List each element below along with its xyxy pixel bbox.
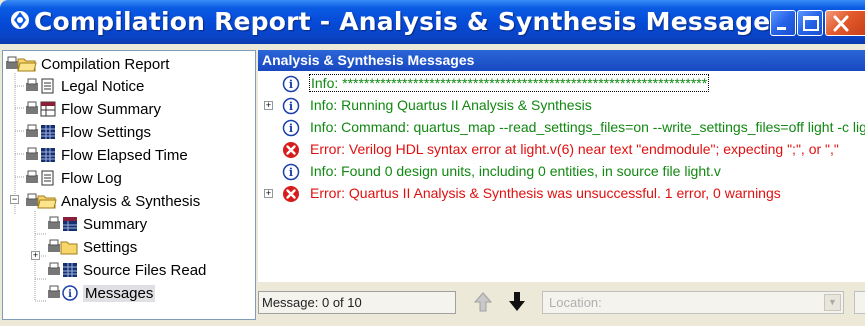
error-icon [283, 142, 299, 158]
printer-info-icon: i [48, 285, 78, 301]
arrow-up-icon [473, 292, 493, 312]
tree-item-label: Flow Elapsed Time [61, 146, 188, 164]
printer-table-summary-icon [26, 101, 56, 117]
location-action-button[interactable] [854, 291, 865, 314]
printer-table-icon [26, 147, 55, 162]
error-icon [283, 186, 299, 202]
printer-document-icon [26, 78, 54, 94]
next-message-button[interactable] [503, 288, 531, 316]
maximize-icon [803, 16, 819, 31]
message-text: Info: Running Quartus II Analysis & Synt… [310, 97, 592, 113]
previous-message-button[interactable] [469, 288, 497, 316]
tree-item-label: Flow Log [61, 169, 122, 187]
printer-folder-icon [26, 193, 57, 209]
tree-item-label: Settings [83, 238, 138, 256]
svg-text:i: i [68, 289, 72, 300]
tree-item-messages[interactable]: i Messages [47, 282, 156, 304]
tree-item-summary[interactable]: Summary [47, 213, 147, 235]
tree-item-legal-notice[interactable]: Legal Notice [25, 75, 144, 97]
svg-text:i: i [289, 100, 293, 113]
svg-text:i: i [289, 122, 293, 135]
printer-table-icon [26, 124, 55, 139]
close-icon [833, 15, 849, 32]
message-row[interactable]: i Info: Command: quartus_map --read_sett… [258, 117, 865, 139]
printer-table-summary-icon [48, 216, 77, 231]
info-icon: i [282, 163, 300, 181]
tree-item-compilation-report[interactable]: Compilation Report [5, 53, 169, 75]
message-row[interactable]: i Info: ********************************… [258, 73, 865, 95]
message-row[interactable]: + Error: Quartus II Analysis & Synthesis… [258, 183, 865, 205]
printer-document-icon [26, 170, 54, 186]
tree-item-label: Summary [83, 215, 148, 233]
svg-text:i: i [289, 166, 293, 179]
collapse-toggle-analysis[interactable]: − [10, 195, 19, 204]
tree-item-flow-summary[interactable]: Flow Summary [25, 98, 161, 120]
tree-item-label: Source Files Read [83, 261, 207, 279]
info-icon: i [282, 119, 300, 137]
tree-item-label: Flow Settings [61, 123, 152, 141]
tree-item-label: Analysis & Synthesis [61, 192, 201, 210]
expand-toggle-settings[interactable]: + [31, 251, 40, 260]
tree-item-flow-settings[interactable]: Flow Settings [25, 121, 151, 143]
tree-item-flow-elapsed-time[interactable]: Flow Elapsed Time [25, 144, 188, 166]
message-text: Info: Found 0 design units, including 0 … [310, 163, 721, 179]
printer-folder-icon [6, 56, 37, 72]
svg-text:i: i [289, 78, 293, 91]
messages-list[interactable]: i Info: ********************************… [258, 71, 865, 282]
message-row[interactable]: Error: Verilog HDL syntax error at light… [258, 139, 865, 161]
printer-folder-icon [48, 239, 78, 255]
app-icon[interactable] [9, 9, 31, 31]
expand-toggle[interactable]: + [264, 101, 273, 110]
message-navigation-bar: Message: 0 of 10 Location: ▼ [258, 282, 865, 320]
location-placeholder: Location: [549, 295, 602, 310]
message-row[interactable]: + i Info: Running Quartus II Analysis & … [258, 95, 865, 117]
minimize-button[interactable] [770, 10, 796, 36]
title-bar[interactable]: Compilation Report - Analysis & Synthesi… [0, 0, 865, 44]
tree-item-label: Messages [83, 284, 156, 302]
report-tree[interactable]: Compilation Report Legal Notice Flow Sum… [2, 50, 256, 320]
info-icon: i [282, 97, 300, 115]
message-text: Error: Quartus II Analysis & Synthesis w… [310, 185, 781, 201]
arrow-down-icon [509, 292, 525, 311]
tree-item-label: Compilation Report [41, 55, 170, 73]
window-title: Compilation Report - Analysis & Synthesi… [34, 7, 786, 36]
printer-table-icon [48, 262, 77, 277]
message-counter: Message: 0 of 10 [258, 291, 456, 314]
message-text: Error: Verilog HDL syntax error at light… [310, 141, 839, 157]
tree-item-flow-log[interactable]: Flow Log [25, 167, 122, 189]
message-text: Info: **********************************… [308, 74, 710, 92]
location-dropdown[interactable]: Location: ▼ [542, 291, 844, 314]
messages-header: Analysis & Synthesis Messages [258, 50, 865, 71]
minimize-icon [777, 27, 786, 30]
message-text: Info: Command: quartus_map --read_settin… [310, 119, 865, 135]
info-icon: i [282, 75, 300, 93]
chevron-down-icon[interactable]: ▼ [824, 294, 841, 311]
message-row[interactable]: i Info: Found 0 design units, including … [258, 161, 865, 183]
close-button[interactable] [825, 10, 865, 36]
tree-item-label: Legal Notice [61, 77, 145, 95]
expand-toggle[interactable]: + [264, 189, 273, 198]
tree-item-label: Flow Summary [61, 100, 162, 118]
maximize-button[interactable] [797, 10, 823, 36]
window-body: Compilation Report Legal Notice Flow Sum… [0, 44, 865, 326]
messages-pane: Analysis & Synthesis Messages i Info: **… [258, 50, 865, 320]
tree-item-settings[interactable]: Settings [47, 236, 137, 258]
tree-item-analysis-synthesis[interactable]: Analysis & Synthesis [25, 190, 200, 212]
tree-item-source-files-read[interactable]: Source Files Read [47, 259, 206, 281]
